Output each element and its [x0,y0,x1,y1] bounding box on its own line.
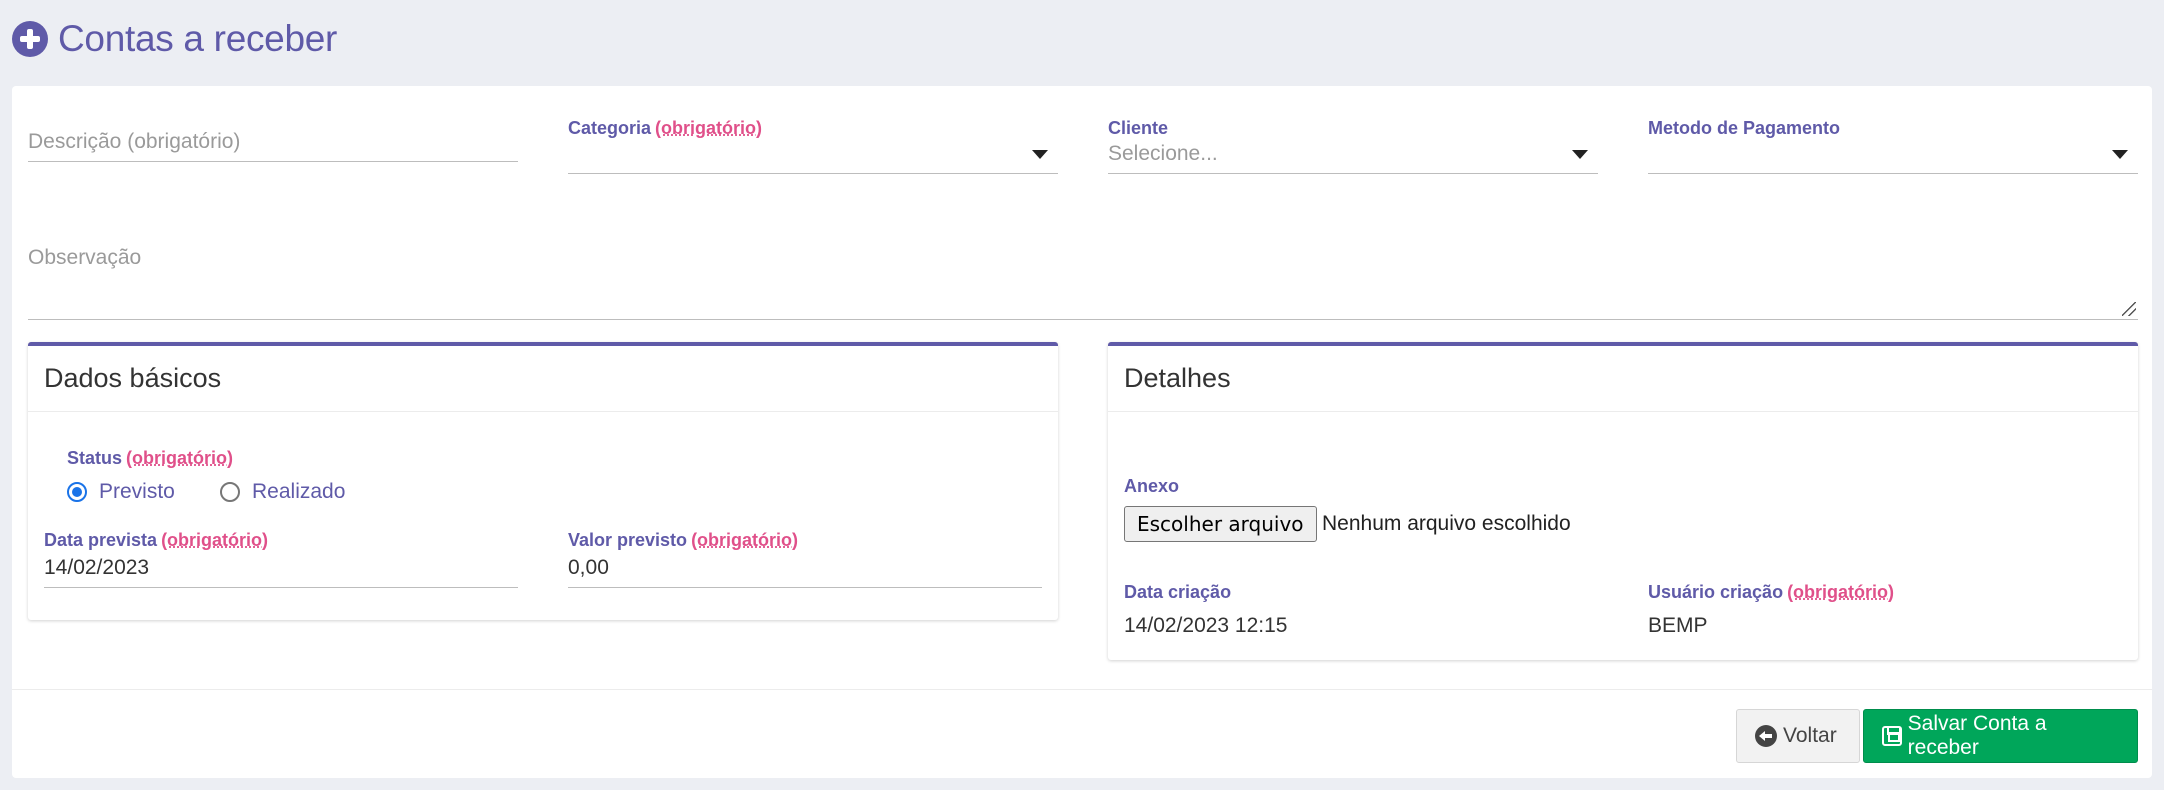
observacao-textarea[interactable]: Observação [28,246,2138,320]
required-marker: (obrigatório) [1787,582,1895,602]
required-marker: (obrigatório) [161,530,269,550]
cliente-placeholder: Selecione... [1108,141,1218,165]
radio-realizado[interactable]: Realizado [220,480,345,504]
data-prevista-input[interactable]: 14/02/2023 [44,548,518,588]
resize-handle[interactable] [2122,302,2136,316]
save-button-label: Salvar Conta a receber [1907,712,2047,759]
usuario-criacao-value: BEMP [1648,614,1708,637]
cliente-field: Cliente Selecione... [1108,118,1598,174]
detalhes-title: Detalhes [1108,346,2138,412]
required-marker: (obrigatório) [126,448,233,468]
chevron-down-icon [1572,150,1588,159]
radio-icon-unchecked[interactable] [220,482,240,502]
descricao-field[interactable]: Descrição (obrigatório) [28,112,518,174]
radio-previsto-label: Previsto [99,480,175,503]
cliente-select[interactable]: Selecione... [1108,134,1598,174]
categoria-select[interactable] [568,134,1058,174]
usuario-criacao-label: Usuário criação (obrigatório) [1648,582,1895,602]
anexo-label: Anexo [1124,476,1180,496]
status-label: Status (obrigatório) [67,448,233,468]
chevron-down-icon [1032,150,1048,159]
back-button-label: Voltar [1783,724,1837,747]
footer-divider [12,689,2152,690]
arrow-circle-left-icon [1755,725,1777,747]
form-card: Descrição (obrigatório) Categoria (obriga… [12,86,2152,778]
page-title: Contas a receber [58,18,338,59]
file-status: Nenhum arquivo escolhido [1322,512,1571,535]
valor-previsto-input[interactable]: 0,00 [568,548,1042,588]
radio-previsto[interactable]: Previsto [67,480,175,504]
metodo-field: Metodo de Pagamento [1648,118,2138,174]
observacao-placeholder: Observação [28,246,142,269]
data-prevista-field: Data prevista (obrigatório) 14/02/2023 [44,530,518,590]
data-criacao-label: Data criação [1124,582,1232,602]
dados-basicos-panel: Dados básicos Status (obrigatório) Previs… [28,342,1058,620]
choose-file-button[interactable]: Escolher arquivo [1124,506,1317,542]
data-criacao-value: 14/02/2023 12:15 [1124,614,1288,637]
valor-previsto-field: Valor previsto (obrigatório) 0,00 [568,530,1042,590]
detalhes-panel: Detalhes Anexo Escolher arquivo Nenhum a… [1108,342,2138,660]
descricao-input[interactable]: Descrição (obrigatório) [28,122,518,162]
page-header: Contas a receber [12,14,337,64]
plus-circle-icon [12,21,48,57]
dados-basicos-title: Dados básicos [28,346,1058,412]
save-button[interactable]: Salvar Conta a receber [1863,709,2138,763]
radio-realizado-label: Realizado [252,480,346,503]
chevron-down-icon [2112,150,2128,159]
categoria-field: Categoria (obrigatório) [568,118,1058,174]
radio-icon-checked[interactable] [67,482,87,502]
descricao-placeholder: Descrição (obrigatório) [28,129,241,153]
back-button[interactable]: Voltar [1736,709,1860,763]
required-marker: (obrigatório) [691,530,799,550]
save-icon [1882,726,1902,746]
metodo-select[interactable] [1648,134,2138,174]
